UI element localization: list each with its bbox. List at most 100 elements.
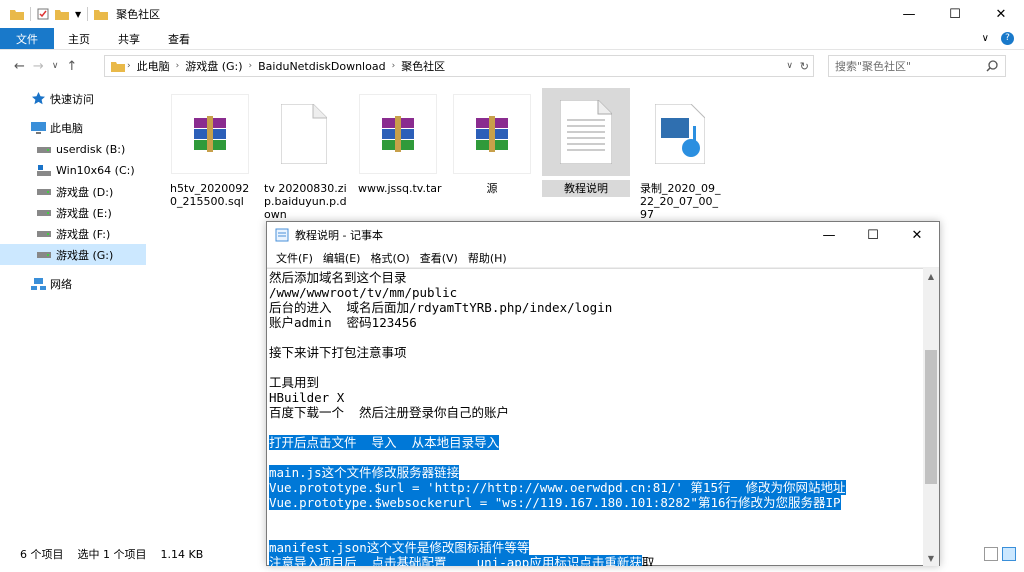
sidebar-item-drive-f[interactable]: 游戏盘 (F:) — [0, 223, 146, 244]
text-line: 后台的进入 域名后面加/rdyamTtYRB.php/index/login — [269, 300, 923, 315]
drive-icon — [36, 185, 52, 199]
sidebar-item-label: 游戏盘 (E:) — [56, 206, 112, 220]
notepad-menubar: 文件(F) 编辑(E) 格式(O) 查看(V) 帮助(H) — [267, 248, 939, 268]
blank-file-icon — [265, 94, 343, 174]
maximize-button[interactable]: ☐ — [932, 0, 978, 28]
help-icon[interactable]: ? — [1001, 32, 1014, 45]
drive-icon — [36, 227, 52, 241]
file-name: 源 — [486, 182, 498, 195]
scroll-down-icon[interactable]: ▼ — [923, 550, 939, 566]
folder-icon[interactable] — [10, 8, 24, 20]
sidebar-item-label: 游戏盘 (G:) — [56, 248, 114, 262]
text-line — [269, 420, 923, 435]
notepad-window: 教程说明 - 记事本 — ☐ ✕ 文件(F) 编辑(E) 格式(O) 查看(V)… — [266, 221, 940, 566]
winrar-icon — [453, 94, 531, 174]
tab-file[interactable]: 文件 — [0, 28, 54, 49]
search-icon[interactable] — [985, 59, 999, 73]
sidebar-item-label: userdisk (B:) — [56, 143, 126, 156]
chevron-down-icon[interactable]: ∨ — [786, 61, 793, 71]
sidebar-item-drive-e[interactable]: 游戏盘 (E:) — [0, 202, 146, 223]
file-item-selected[interactable]: 教程说明 — [542, 88, 630, 197]
refresh-icon[interactable]: ↻ — [800, 60, 809, 73]
breadcrumb-current-folder[interactable]: 聚色社区 — [395, 58, 451, 74]
menu-edit[interactable]: 编辑(E) — [318, 250, 366, 266]
line-text: 工具用到 — [269, 375, 320, 390]
text-line: 然后添加域名到这个目录 — [269, 270, 923, 285]
folder-icon — [111, 62, 125, 72]
text-line — [269, 330, 923, 345]
file-item[interactable]: 源 — [448, 90, 536, 195]
scroll-up-icon[interactable]: ▲ — [923, 268, 939, 284]
tab-share[interactable]: 共享 — [104, 28, 154, 49]
notepad-close-button[interactable]: ✕ — [895, 222, 939, 248]
text-line: 工具用到 — [269, 375, 923, 390]
sidebar-item-label: 网络 — [50, 277, 72, 291]
text-line: main.js这个文件修改服务器链接 — [269, 465, 923, 480]
large-icons-view-icon[interactable] — [1002, 547, 1016, 561]
sidebar-item-drive-b[interactable]: userdisk (B:) — [0, 139, 146, 160]
notepad-minimize-button[interactable]: — — [807, 222, 851, 248]
sidebar-item-label: 此电脑 — [50, 121, 83, 135]
minimize-button[interactable]: — — [886, 0, 932, 28]
item-count: 6 个项目 — [20, 548, 64, 561]
sidebar-item-network[interactable]: 网络 — [0, 273, 146, 294]
line-text: 取 — [641, 555, 655, 566]
notepad-text-area[interactable]: 然后添加域名到这个目录/www/wwwroot/tv/mm/public 后台的进… — [267, 268, 925, 566]
selected-text: 打开后点击文件 导入 从本地目录导入 — [269, 435, 500, 450]
text-line: Vue.prototype.$url = 'http://http://www.… — [269, 480, 923, 495]
forward-arrow-icon[interactable]: → — [33, 59, 44, 74]
properties-icon[interactable] — [37, 8, 49, 20]
selected-text: main.js这个文件修改服务器链接 — [269, 465, 460, 480]
scrollbar-thumb[interactable] — [925, 350, 937, 484]
file-item[interactable]: h5tv_20200920_215500.sql — [166, 90, 254, 208]
notepad-title: 教程说明 - 记事本 — [295, 229, 383, 242]
back-arrow-icon[interactable]: ← — [14, 59, 25, 74]
file-item[interactable]: tv 20200830.zip.baiduyun.p.down — [260, 90, 348, 234]
file-item[interactable]: 录制_2020_09_22_20_07_00_97 — [636, 90, 724, 221]
recent-locations-icon[interactable]: ∨ — [52, 61, 59, 71]
address-bar[interactable]: › 此电脑 › 游戏盘 (G:) › BaiduNetdiskDownload … — [104, 55, 814, 77]
tab-home[interactable]: 主页 — [54, 28, 104, 49]
winrar-icon — [171, 94, 249, 174]
media-file-icon — [641, 94, 719, 174]
file-name: h5tv_20200920_215500.sql — [170, 182, 250, 208]
text-line: Vue.prototype.$websockerurl = "ws://119.… — [269, 495, 923, 510]
selected-size: 1.14 KB — [160, 547, 204, 561]
breadcrumb-drive-g[interactable]: 游戏盘 (G:) — [179, 58, 248, 74]
sidebar-item-drive-c[interactable]: Win10x64 (C:) — [0, 160, 146, 181]
menu-format[interactable]: 格式(O) — [365, 250, 414, 266]
expand-ribbon-icon[interactable]: ∨ — [982, 33, 989, 44]
sidebar-item-this-pc[interactable]: 此电脑 — [0, 117, 146, 138]
text-file-icon — [547, 92, 625, 172]
file-name: 教程说明 — [542, 180, 630, 197]
menu-file[interactable]: 文件(F) — [271, 250, 318, 266]
breadcrumb-this-pc[interactable]: 此电脑 — [131, 58, 176, 74]
drive-icon — [36, 248, 52, 262]
close-button[interactable]: ✕ — [978, 0, 1024, 28]
sidebar-item-label: 游戏盘 (D:) — [56, 185, 114, 199]
window-title: 聚色社区 — [116, 8, 161, 21]
notepad-maximize-button[interactable]: ☐ — [851, 222, 895, 248]
details-view-icon[interactable] — [984, 547, 998, 561]
search-box[interactable]: 搜索"聚色社区" — [828, 55, 1006, 77]
sidebar-item-drive-d[interactable]: 游戏盘 (D:) — [0, 181, 146, 202]
sidebar-item-quick-access[interactable]: 快速访问 — [0, 88, 146, 109]
sidebar-item-drive-g[interactable]: 游戏盘 (G:) — [0, 244, 146, 265]
breadcrumb-baidunetdisk[interactable]: BaiduNetdiskDownload — [252, 60, 391, 73]
file-item[interactable]: www.jssq.tv.tar — [354, 90, 442, 195]
customize-dropdown-icon[interactable]: ▼ — [75, 10, 81, 19]
winrar-icon — [359, 94, 437, 174]
menu-view[interactable]: 查看(V) — [415, 250, 463, 266]
up-arrow-icon[interactable]: ↑ — [66, 59, 77, 74]
notepad-window-controls: — ☐ ✕ — [807, 222, 939, 248]
view-toggles — [984, 547, 1016, 561]
line-text: 接下来讲下打包注意事项 — [269, 345, 407, 360]
new-folder-icon[interactable] — [55, 8, 69, 20]
star-icon — [30, 92, 46, 106]
search-input[interactable]: 搜索"聚色社区" — [835, 58, 911, 74]
text-line: 注意导入项目后 点击基础配置 uni-app应用标识点击重新获取 — [269, 555, 923, 566]
tab-view[interactable]: 查看 — [154, 28, 204, 49]
line-text: 百度下载一个 然后注册登录你自己的账户 — [269, 405, 510, 420]
menu-help[interactable]: 帮助(H) — [463, 250, 512, 266]
vertical-scrollbar[interactable]: ▲ ▼ — [923, 268, 939, 566]
